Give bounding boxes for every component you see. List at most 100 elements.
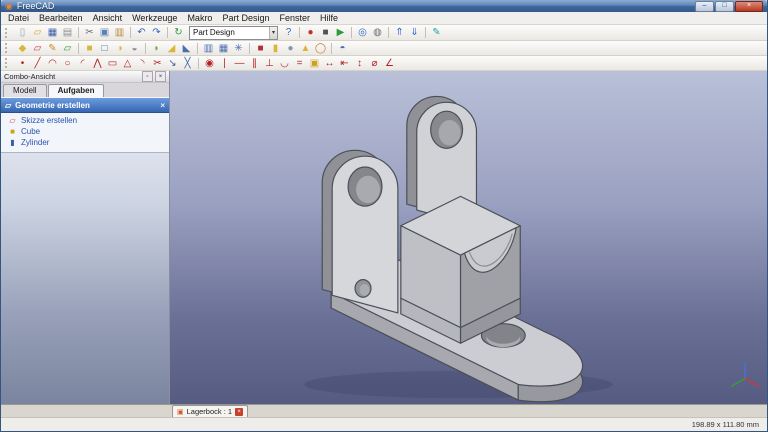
tab-label: Aufgaben	[57, 86, 95, 95]
fillet-sketch-icon[interactable]: ◝	[135, 57, 150, 70]
menu-item-werkzeuge[interactable]: Werkzeuge	[127, 12, 182, 24]
export-icon[interactable]: ⇑	[392, 26, 407, 39]
box-primitive-icon[interactable]: ■	[253, 42, 268, 55]
whats-this-icon[interactable]: ?	[281, 26, 296, 39]
constraint-distance-y-icon[interactable]: ↕	[352, 57, 367, 70]
fit-all-icon[interactable]: ◎	[355, 26, 370, 39]
arc-icon[interactable]: ◠	[45, 57, 60, 70]
fillet-icon[interactable]: ◗	[149, 42, 164, 55]
close-panel-button[interactable]: ×	[155, 71, 166, 82]
pocket-icon[interactable]: □	[97, 42, 112, 55]
model-lagerbock[interactable]	[321, 95, 584, 403]
panel-tab-modell[interactable]: Modell	[3, 84, 47, 97]
create-sketch-icon[interactable]: ▱	[30, 42, 45, 55]
chamfer-icon[interactable]: ◢	[164, 42, 179, 55]
cut-icon[interactable]: ✂	[82, 26, 97, 39]
construction-mode-icon[interactable]: ╳	[180, 57, 195, 70]
task-item-zylinder[interactable]: ▮ Zylinder	[1, 137, 169, 148]
task-group-header[interactable]: ▱ Geometrie erstellen ×	[1, 98, 169, 113]
rectangle-icon[interactable]: ▭	[105, 57, 120, 70]
menu-item-datei[interactable]: Datei	[3, 12, 34, 24]
import-icon[interactable]: ⇓	[407, 26, 422, 39]
task-item-cube[interactable]: ■ Cube	[1, 126, 169, 137]
constraint-perpendicular-icon[interactable]: ⊥	[262, 57, 277, 70]
redo-icon[interactable]: ↷	[149, 26, 164, 39]
toolbar-grip[interactable]	[5, 43, 11, 53]
menu-item-bearbeiten[interactable]: Bearbeiten	[34, 12, 88, 24]
constraint-parallel-icon[interactable]: ∥	[247, 57, 262, 70]
polyline-icon[interactable]: ⋀	[90, 57, 105, 70]
constraint-vertical-icon[interactable]: ∣	[217, 57, 232, 70]
maximize-button[interactable]: □	[715, 0, 734, 12]
map-sketch-icon[interactable]: ▱	[60, 42, 75, 55]
undo-icon[interactable]: ↶	[134, 26, 149, 39]
boolean-icon[interactable]: ◓	[335, 42, 350, 55]
menu-item-makro[interactable]: Makro	[182, 12, 217, 24]
constraint-lock-icon[interactable]: ▣	[307, 57, 322, 70]
paste-icon[interactable]: ▥	[112, 26, 127, 39]
constraint-angle-icon[interactable]: ∠	[382, 57, 397, 70]
constraint-coincident-icon[interactable]: ◉	[202, 57, 217, 70]
chevron-down-icon[interactable]: ▾	[268, 26, 277, 39]
cylinder-primitive-icon[interactable]: ▮	[268, 42, 283, 55]
menu-item-ansicht[interactable]: Ansicht	[88, 12, 128, 24]
edit-mode-icon[interactable]: ✎	[429, 26, 444, 39]
panel-header[interactable]: Combo-Ansicht ▫ ×	[1, 71, 169, 83]
macro-execute-icon[interactable]: ▶	[333, 26, 348, 39]
menu-item-fenster[interactable]: Fenster	[274, 12, 315, 24]
draw-style-icon[interactable]: ◍	[370, 26, 385, 39]
create-body-icon[interactable]: ◆	[15, 42, 30, 55]
macro-stop-icon[interactable]: ■	[318, 26, 333, 39]
new-document-icon[interactable]: ▯	[15, 26, 30, 39]
titlebar[interactable]: ◉ FreeCAD – □ ×	[1, 0, 767, 12]
document-tab-lagerbock-1[interactable]: ▣ Lagerbock : 1 ×	[172, 405, 249, 417]
line-icon[interactable]: ╱	[30, 57, 45, 70]
menu-item-part-design[interactable]: Part Design	[217, 12, 274, 24]
linear-pattern-icon[interactable]: ▦	[216, 42, 231, 55]
viewport-3d[interactable]	[170, 71, 767, 404]
refresh-icon[interactable]: ↻	[171, 26, 186, 39]
task-group-close-icon[interactable]: ×	[160, 101, 165, 110]
workbench-selector[interactable]: Part Design ▾	[189, 25, 278, 40]
groove-icon[interactable]: ◒	[127, 42, 142, 55]
constraint-horizontal-icon[interactable]: ―	[232, 57, 247, 70]
circle-icon[interactable]: ○	[60, 57, 75, 70]
point-icon[interactable]: •	[15, 57, 30, 70]
draft-icon[interactable]: ◣	[179, 42, 194, 55]
macro-record-icon[interactable]: ●	[303, 26, 318, 39]
mirrored-icon[interactable]: ▥	[201, 42, 216, 55]
task-item-skizze-erstellen[interactable]: ▱ Skizze erstellen	[1, 115, 169, 126]
constraint-equal-icon[interactable]: =	[292, 57, 307, 70]
toolbar-grip[interactable]	[5, 27, 11, 38]
pad-icon[interactable]: ■	[82, 42, 97, 55]
model-front-lug[interactable]	[321, 149, 399, 314]
viewport-canvas[interactable]	[170, 71, 767, 404]
copy-icon[interactable]: ▣	[97, 26, 112, 39]
constraint-distance-icon[interactable]: ↔	[322, 57, 337, 70]
polygon-icon[interactable]: △	[120, 57, 135, 70]
revolution-icon[interactable]: ◑	[112, 42, 127, 55]
minimize-button[interactable]: –	[695, 0, 714, 12]
panel-tab-aufgaben[interactable]: Aufgaben	[47, 84, 105, 97]
constraint-distance-x-icon[interactable]: ⇤	[337, 57, 352, 70]
menu-item-hilfe[interactable]: Hilfe	[315, 12, 343, 24]
float-panel-button[interactable]: ▫	[142, 71, 153, 82]
sphere-primitive-icon[interactable]: ●	[283, 42, 298, 55]
cone-primitive-icon[interactable]: ▲	[298, 42, 313, 55]
trim-icon[interactable]: ✂	[150, 57, 165, 70]
toolbar-grip[interactable]	[5, 58, 11, 68]
close-document-icon[interactable]: ×	[235, 407, 244, 416]
print-icon[interactable]: ▤	[60, 26, 75, 39]
constraint-radius-icon[interactable]: ⌀	[367, 57, 382, 70]
torus-primitive-icon[interactable]: ◯	[313, 42, 328, 55]
document-icon: ▣	[177, 408, 184, 416]
polar-pattern-icon[interactable]: ✳	[231, 42, 246, 55]
edit-sketch-icon[interactable]: ✎	[45, 42, 60, 55]
open-document-icon[interactable]: ▱	[30, 26, 45, 39]
constraint-tangent-icon[interactable]: ◡	[277, 57, 292, 70]
close-button[interactable]: ×	[735, 0, 763, 12]
conic-icon[interactable]: ◜	[75, 57, 90, 70]
external-geometry-icon[interactable]: ↘	[165, 57, 180, 70]
save-icon[interactable]: ▦	[45, 26, 60, 39]
model-center-block[interactable]	[400, 195, 521, 344]
